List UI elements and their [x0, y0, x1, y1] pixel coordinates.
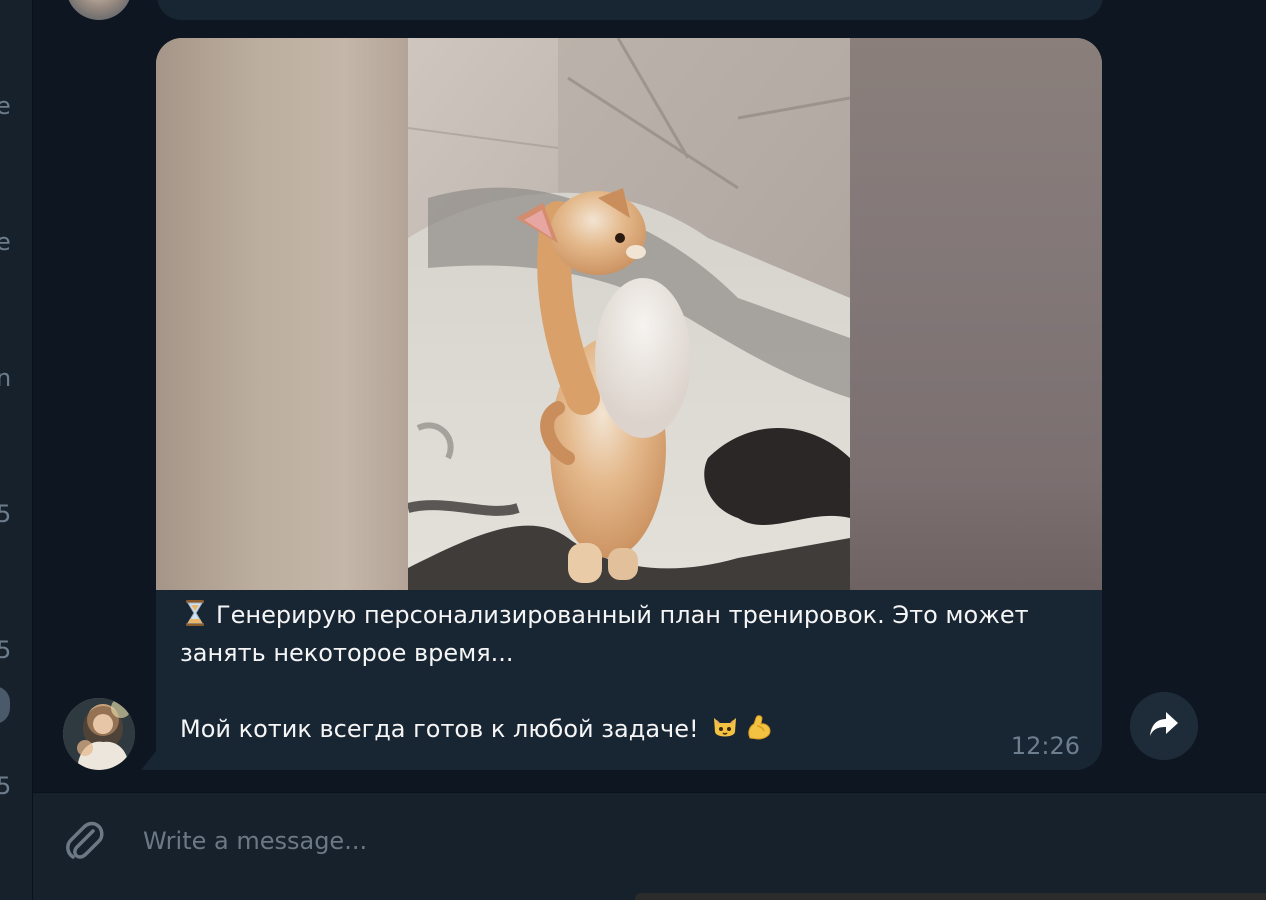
chat-area: Генерирую персонализированный план трени…	[33, 0, 1266, 792]
message-caption: Генерирую персонализированный план трени…	[180, 596, 1060, 748]
chat-list-fragment: 5	[0, 500, 11, 528]
chat-list-panel: e · e n 5 5 5	[0, 0, 33, 900]
previous-message-bubble[interactable]	[157, 0, 1103, 20]
caption-line-1: Генерирую персонализированный план трени…	[180, 601, 1029, 667]
video-media[interactable]	[156, 38, 1102, 590]
chat-list-fragment: ·	[0, 142, 2, 163]
chat-list-fragment: e	[0, 92, 11, 120]
caption-paragraph-2: Мой котик всегда готов к любой задаче!	[180, 710, 1060, 748]
message-bubble[interactable]: Генерирую персонализированный план трени…	[156, 38, 1102, 770]
forward-button[interactable]	[1130, 692, 1198, 760]
message-input[interactable]	[141, 815, 1221, 867]
flexed-biceps-icon	[744, 712, 774, 742]
kitten-image	[408, 38, 850, 590]
chat-list-fragment: n	[0, 364, 11, 392]
message-time: 12:26	[1010, 732, 1080, 760]
unread-badge[interactable]	[0, 686, 10, 724]
media-blur-right	[850, 38, 1102, 590]
caption-gap	[180, 672, 1060, 710]
message-composer	[33, 792, 1266, 900]
hourglass-icon	[180, 598, 210, 628]
attach-button[interactable]	[61, 817, 109, 869]
previous-sender-avatar[interactable]	[66, 0, 132, 20]
forward-arrow-icon	[1148, 710, 1180, 742]
chat-list-fragment: e	[0, 228, 11, 256]
chat-list-fragment: 5	[0, 772, 11, 800]
sender-avatar[interactable]	[63, 698, 135, 770]
caption-paragraph-1: Генерирую персонализированный план трени…	[180, 596, 1060, 672]
video-thumbnail[interactable]	[408, 38, 850, 590]
cat-face-icon	[710, 712, 740, 742]
chat-list-fragment: 5	[0, 636, 11, 664]
caption-line-2: Мой котик всегда готов к любой задаче!	[180, 715, 699, 743]
media-blur-left	[156, 38, 408, 590]
window-edge	[635, 893, 1266, 900]
paperclip-icon	[63, 817, 107, 869]
